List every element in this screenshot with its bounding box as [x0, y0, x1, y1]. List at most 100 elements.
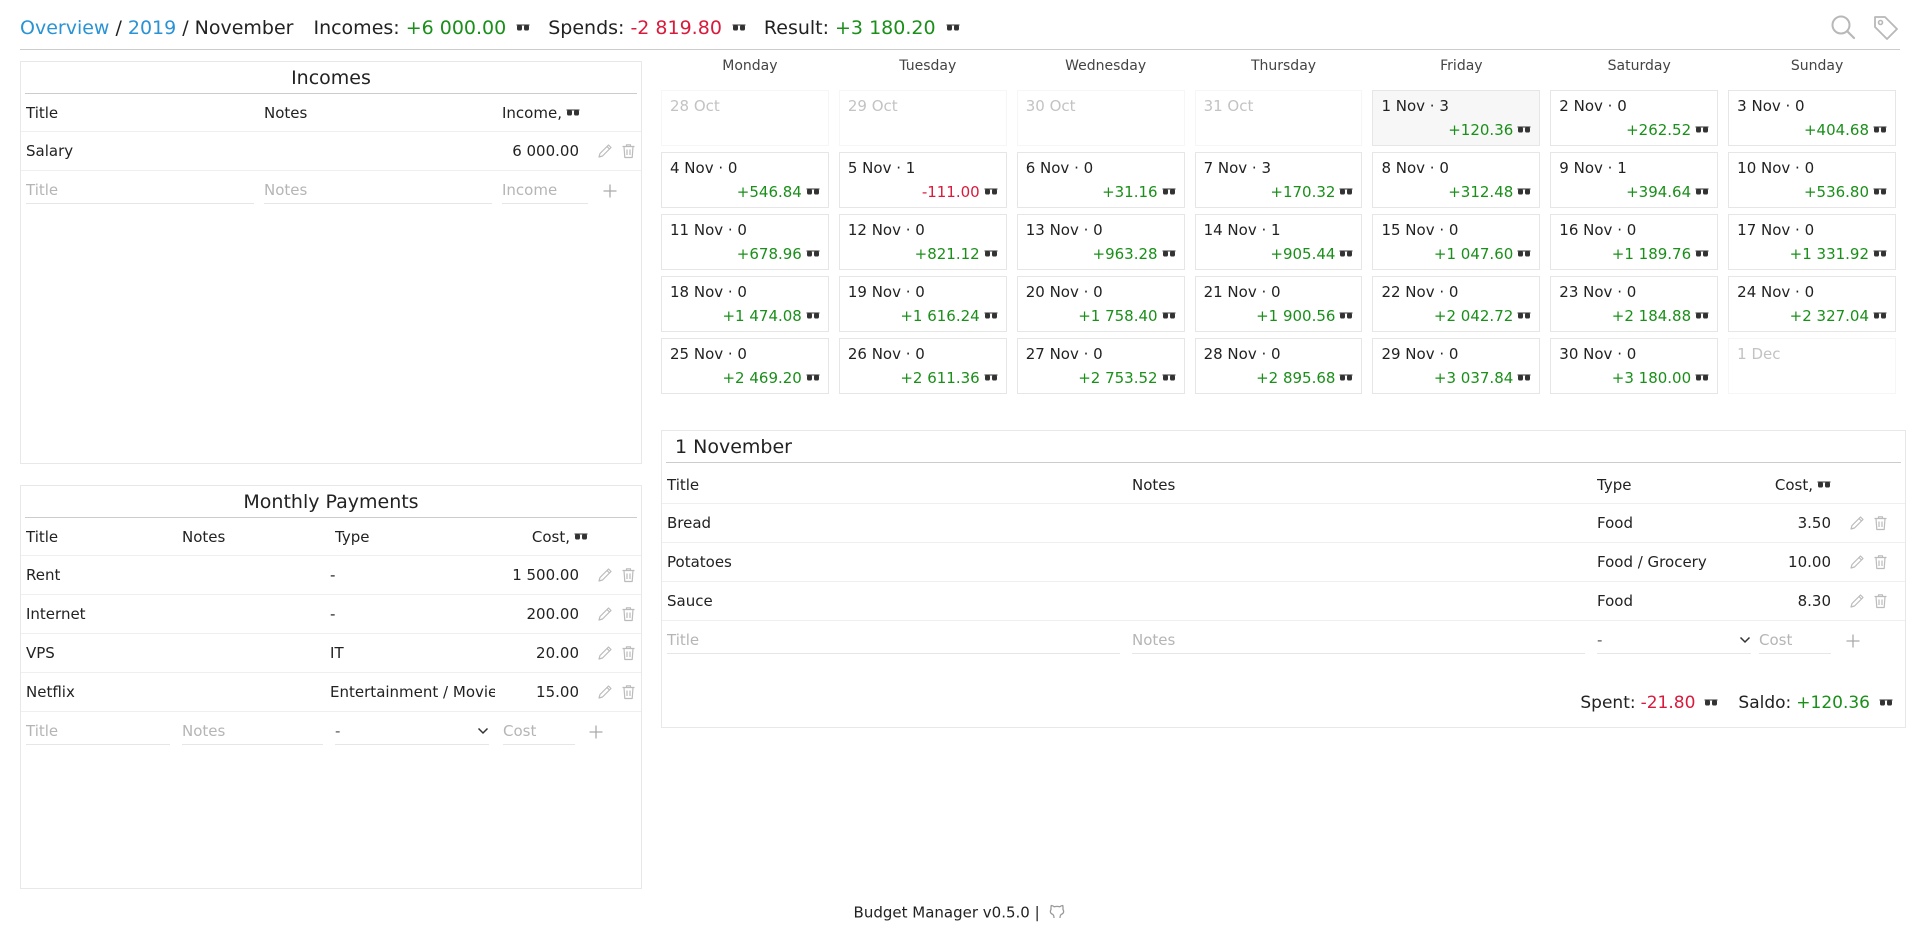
sunglasses-icon — [1695, 187, 1709, 197]
calendar-day[interactable]: 22 Nov · 0 +2 042.72 — [1372, 276, 1541, 332]
edit-pencil-icon[interactable] — [1849, 515, 1865, 531]
search-icon[interactable] — [1830, 14, 1856, 44]
github-icon[interactable] — [1048, 902, 1066, 924]
expense-cost-input[interactable] — [1759, 627, 1831, 654]
calendar-day[interactable]: 18 Nov · 0 +1 474.08 — [661, 276, 829, 332]
breadcrumb: Overview / 2019 / November — [20, 14, 293, 42]
calendar-day[interactable]: 23 Nov · 0 +2 184.88 — [1550, 276, 1719, 332]
day-label: 3 Nov · 0 — [1737, 97, 1805, 115]
expense-type-value: - — [1597, 631, 1603, 649]
payment-title: Netflix — [26, 683, 75, 701]
monthly-cost-input[interactable] — [503, 718, 575, 745]
day-detail-header-row: Title Notes Type Cost, — [662, 466, 1905, 504]
calendar-week: 4 Nov · 0 +546.84 5 Nov · 1 -111.00 6 Nov · … — [661, 152, 1906, 208]
calendar-day[interactable]: 27 Nov · 0 +2 753.52 — [1016, 338, 1185, 394]
income-notes-input[interactable] — [264, 177, 492, 204]
expense-type-select[interactable]: - — [1597, 628, 1751, 654]
income-title-input[interactable] — [26, 177, 254, 204]
calendar-day[interactable]: 8 Nov · 0 +312.48 — [1372, 152, 1541, 208]
sunglasses-icon — [946, 23, 960, 33]
day-balance: +1 047.60 — [1434, 245, 1531, 263]
payment-cost: 200.00 — [526, 605, 580, 623]
day-balance: +1 331.92 — [1790, 245, 1887, 263]
calendar-day[interactable]: 12 Nov · 0 +821.12 — [838, 214, 1007, 270]
day-balance: +3 037.84 — [1434, 369, 1531, 387]
calendar-day[interactable]: 9 Nov · 1 +394.64 — [1550, 152, 1719, 208]
sunglasses-icon — [1517, 311, 1531, 321]
day-label: 25 Nov · 0 — [670, 345, 747, 363]
edit-pencil-icon[interactable] — [597, 645, 613, 661]
calendar-day[interactable]: 11 Nov · 0 +678.96 — [661, 214, 829, 270]
day-label: 20 Nov · 0 — [1025, 283, 1103, 301]
calendar-day[interactable]: 10 Nov · 0 +536.80 — [1728, 152, 1897, 208]
breadcrumb-year-link[interactable]: 2019 — [128, 17, 176, 39]
delete-trash-icon[interactable] — [1873, 593, 1888, 609]
edit-pencil-icon[interactable] — [597, 684, 613, 700]
day-balance-value: +1 474.08 — [722, 307, 802, 325]
incomes-panel: Incomes Title Notes Income, Salary 6 000.… — [20, 61, 642, 464]
row-actions — [1831, 515, 1888, 531]
calendar-day[interactable]: 17 Nov · 0 +1 331.92 — [1728, 214, 1897, 270]
day-balance: +1 474.08 — [722, 307, 820, 325]
calendar-day[interactable]: 26 Nov · 0 +2 611.36 — [838, 338, 1007, 394]
calendar-day[interactable]: 29 Nov · 0 +3 037.84 — [1372, 338, 1541, 394]
monthly-title-input[interactable] — [26, 718, 170, 745]
day-balance: +31.16 — [1102, 183, 1176, 201]
monthly-type-select[interactable]: - — [335, 719, 489, 745]
calendar-day[interactable]: 30 Nov · 0 +3 180.00 — [1550, 338, 1719, 394]
calendar-day[interactable]: 16 Nov · 0 +1 189.76 — [1550, 214, 1719, 270]
income-amount-input[interactable] — [502, 177, 588, 204]
sunglasses-icon — [566, 108, 580, 118]
delete-trash-icon[interactable] — [1873, 515, 1888, 531]
edit-pencil-icon[interactable] — [597, 567, 613, 583]
expense-title-input[interactable] — [667, 627, 1120, 654]
day-label: 6 Nov · 0 — [1025, 159, 1094, 177]
top-bar: Overview / 2019 / November Incomes: +6 0… — [20, 14, 1900, 50]
add-expense-button[interactable] — [1845, 633, 1861, 649]
edit-pencil-icon[interactable] — [1849, 554, 1865, 570]
month-totals: Incomes: +6 000.00 Spends: -2 819.80 Res… — [313, 14, 960, 42]
calendar-day[interactable]: 3 Nov · 0 +404.68 — [1728, 90, 1897, 146]
day-balance: +546.84 — [737, 183, 820, 201]
calendar-day[interactable]: 1 Nov · 3 +120.36 — [1372, 90, 1541, 146]
delete-trash-icon[interactable] — [621, 143, 636, 159]
calendar-day[interactable]: 2 Nov · 0 +262.52 — [1550, 90, 1719, 146]
calendar-day[interactable]: 7 Nov · 3 +170.32 — [1194, 152, 1363, 208]
delete-trash-icon[interactable] — [621, 567, 636, 583]
delete-trash-icon[interactable] — [621, 684, 636, 700]
calendar-day[interactable]: 4 Nov · 0 +546.84 — [661, 152, 829, 208]
tag-icon[interactable] — [1872, 14, 1900, 44]
edit-pencil-icon[interactable] — [597, 143, 613, 159]
edit-pencil-icon[interactable] — [597, 606, 613, 622]
monthly-notes-input[interactable] — [182, 718, 323, 745]
delete-trash-icon[interactable] — [1873, 554, 1888, 570]
calendar-day[interactable]: 19 Nov · 0 +1 616.24 — [838, 276, 1007, 332]
sunglasses-icon — [1162, 187, 1176, 197]
sunglasses-icon — [1517, 373, 1531, 383]
payment-type: IT — [330, 644, 344, 662]
calendar-day[interactable]: 20 Nov · 0 +1 758.40 — [1016, 276, 1185, 332]
calendar-day[interactable]: 14 Nov · 1 +905.44 — [1194, 214, 1363, 270]
calendar-day[interactable]: 21 Nov · 0 +1 900.56 — [1194, 276, 1363, 332]
calendar-day[interactable]: 13 Nov · 0 +963.28 — [1016, 214, 1185, 270]
day-label: 15 Nov · 0 — [1381, 221, 1459, 239]
edit-pencil-icon[interactable] — [1849, 593, 1865, 609]
calendar-day[interactable]: 15 Nov · 0 +1 047.60 — [1372, 214, 1541, 270]
calendar-day[interactable]: 25 Nov · 0 +2 469.20 — [661, 338, 829, 394]
add-monthly-payment-button[interactable] — [588, 724, 604, 740]
calendar-day[interactable]: 24 Nov · 0 +2 327.04 — [1728, 276, 1897, 332]
day-label: 18 Nov · 0 — [670, 283, 747, 301]
day-label: 9 Nov · 1 — [1559, 159, 1627, 177]
calendar-day[interactable]: 28 Nov · 0 +2 895.68 — [1194, 338, 1363, 394]
day-label: 8 Nov · 0 — [1381, 159, 1449, 177]
add-income-button[interactable] — [602, 183, 618, 199]
calendar-day[interactable]: 5 Nov · 1 -111.00 — [838, 152, 1007, 208]
day-label: 7 Nov · 3 — [1203, 159, 1272, 177]
calendar-day[interactable]: 6 Nov · 0 +31.16 — [1016, 152, 1185, 208]
breadcrumb-overview-link[interactable]: Overview — [20, 17, 109, 39]
weekday-label: Saturday — [1607, 58, 1671, 74]
delete-trash-icon[interactable] — [621, 645, 636, 661]
sunglasses-icon — [1879, 698, 1893, 708]
delete-trash-icon[interactable] — [621, 606, 636, 622]
expense-notes-input[interactable] — [1132, 627, 1585, 654]
